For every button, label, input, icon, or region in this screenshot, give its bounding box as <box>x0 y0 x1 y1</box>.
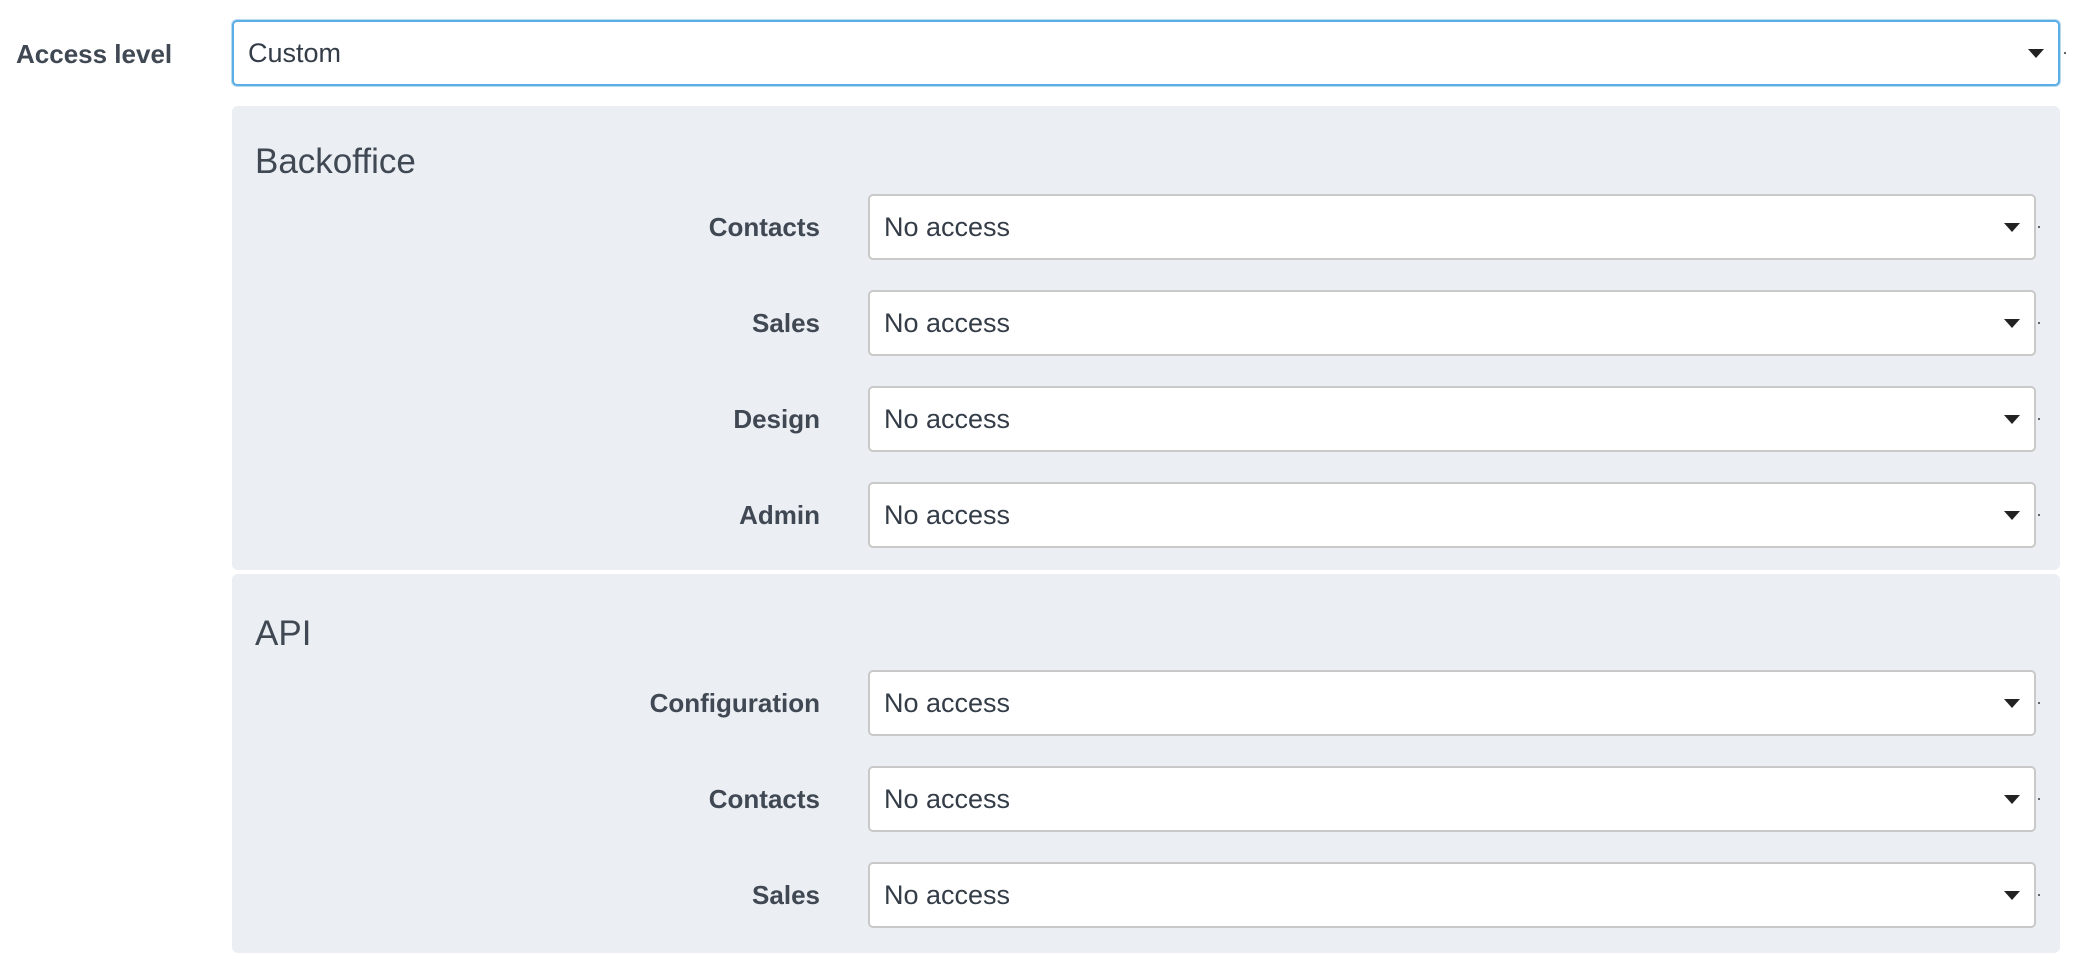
select-api-contacts[interactable]: No access <box>868 766 2036 832</box>
caret-down-icon <box>2004 794 2020 804</box>
caret-down-icon <box>2004 890 2020 900</box>
trailing-dot <box>2038 894 2040 896</box>
select-api-sales[interactable]: No access <box>868 862 2036 928</box>
trailing-dot <box>2038 702 2040 704</box>
select-value: No access <box>884 783 1011 814</box>
select-backoffice-admin[interactable]: No access <box>868 482 2036 548</box>
field-label-backoffice-design: Design <box>733 404 820 434</box>
section-title-backoffice: Backoffice <box>255 142 416 181</box>
select-value: No access <box>884 499 1011 530</box>
field-label-api-contacts: Contacts <box>708 784 820 814</box>
trailing-dot <box>2064 52 2066 54</box>
select-value: No access <box>884 307 1011 338</box>
field-label-api-configuration: Configuration <box>649 688 820 718</box>
trailing-dot <box>2038 798 2040 800</box>
field-label-backoffice-sales: Sales <box>752 308 820 338</box>
access-level-value: Custom <box>248 37 342 68</box>
caret-down-icon <box>2004 698 2020 708</box>
access-level-label: Access level <box>16 39 173 69</box>
access-level-select[interactable]: Custom <box>232 20 2060 86</box>
caret-down-icon <box>2004 510 2020 520</box>
trailing-dot <box>2038 226 2040 228</box>
select-backoffice-sales[interactable]: No access <box>868 290 2036 356</box>
field-label-backoffice-admin: Admin <box>739 500 820 530</box>
backoffice-panel: Backoffice Contacts No access Sales No a… <box>232 106 2060 570</box>
caret-down-icon <box>2028 48 2044 58</box>
caret-down-icon <box>2004 222 2020 232</box>
select-backoffice-design[interactable]: No access <box>868 386 2036 452</box>
caret-down-icon <box>2004 318 2020 328</box>
api-panel: API Configuration No access Contacts No … <box>232 574 2060 953</box>
trailing-dot <box>2038 514 2040 516</box>
field-label-api-sales: Sales <box>752 880 820 910</box>
trailing-dot <box>2038 322 2040 324</box>
select-value: No access <box>884 879 1011 910</box>
select-value: No access <box>884 211 1011 242</box>
section-title-api: API <box>255 614 312 653</box>
select-value: No access <box>884 687 1011 718</box>
select-backoffice-contacts[interactable]: No access <box>868 194 2036 260</box>
select-value: No access <box>884 403 1011 434</box>
trailing-dot <box>2038 418 2040 420</box>
select-api-configuration[interactable]: No access <box>868 670 2036 736</box>
field-label-backoffice-contacts: Contacts <box>708 212 820 242</box>
caret-down-icon <box>2004 414 2020 424</box>
